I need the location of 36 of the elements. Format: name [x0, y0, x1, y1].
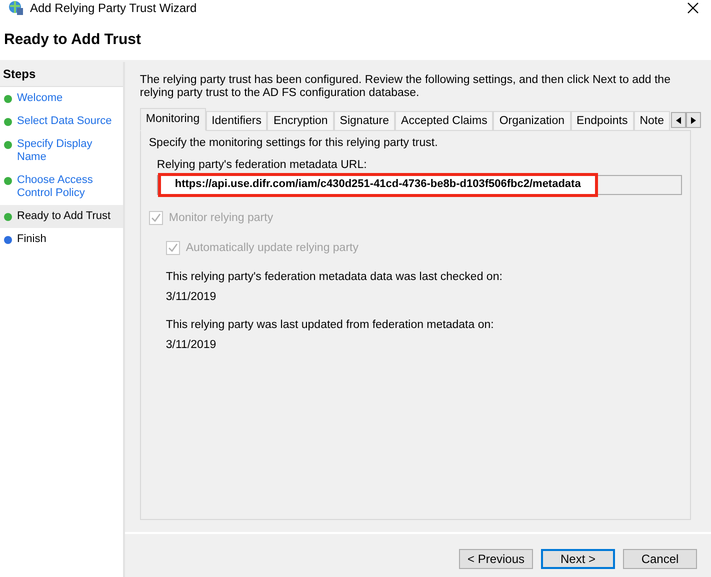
tab[interactable]: Identifiers — [206, 111, 268, 131]
tab[interactable]: Monitoring — [140, 108, 206, 131]
step-link[interactable]: Specify Display Name — [17, 138, 121, 164]
window-title: Add Relying Party Trust Wizard — [30, 1, 198, 15]
tab[interactable]: Note — [634, 111, 670, 131]
info-date: 3/11/2019 — [166, 339, 218, 351]
step-link[interactable]: Welcome — [17, 92, 63, 105]
scroll-left-button[interactable] — [671, 112, 686, 128]
step-link[interactable]: Select Data Source — [17, 115, 112, 128]
close-icon[interactable] — [687, 2, 699, 14]
wizard-button[interactable]: Next > — [541, 549, 615, 569]
tab[interactable]: Encryption — [267, 111, 334, 131]
panel-description: Specify the monitoring settings for this relying party trust. — [148, 137, 439, 149]
checkbox-label: Monitor relying party — [168, 212, 274, 224]
intro-text: The relying party trust has been configured. Review the following settings, and then click Next to add the relying party trust to the AD FS configuration database. — [140, 74, 672, 100]
step-label: Ready to Add Trust — [17, 210, 111, 223]
left-arrow-icon — [676, 116, 681, 124]
scroll-right-button[interactable] — [686, 112, 701, 128]
tab[interactable]: Accepted Claims — [395, 111, 494, 131]
wizard-globe-icon — [8, 0, 24, 16]
tab[interactable]: Endpoints — [570, 111, 634, 131]
field-label: Relying party's federation metadata URL: — [156, 159, 368, 171]
info-label: This relying party was last updated from federation metadata on: — [166, 319, 495, 331]
step-link[interactable]: Choose Access Control Policy — [17, 174, 121, 200]
tab[interactable]: Organization — [493, 111, 571, 131]
url-value: https://api.use.difr.com/iam/c430d251-41cd-4736-be8b-d103f506fbc2/metadata — [158, 173, 598, 197]
step-label: Finish — [17, 233, 46, 246]
wizard-button[interactable]: < Previous — [459, 549, 533, 569]
url-field[interactable]: https://api.use.difr.com/iam/c430d251-41cd-4736-be8b-d103f506fbc2/metadata — [156, 175, 682, 195]
wizard-button[interactable]: Cancel — [623, 549, 697, 569]
steps-heading: Steps — [0, 62, 123, 87]
info-label: This relying party's federation metadata data was last checked on: — [166, 271, 504, 283]
right-arrow-icon — [691, 116, 696, 124]
info-date: 3/11/2019 — [166, 291, 218, 303]
checkbox-label: Automatically update relying party — [186, 242, 358, 254]
tab[interactable]: Signature — [334, 111, 396, 131]
